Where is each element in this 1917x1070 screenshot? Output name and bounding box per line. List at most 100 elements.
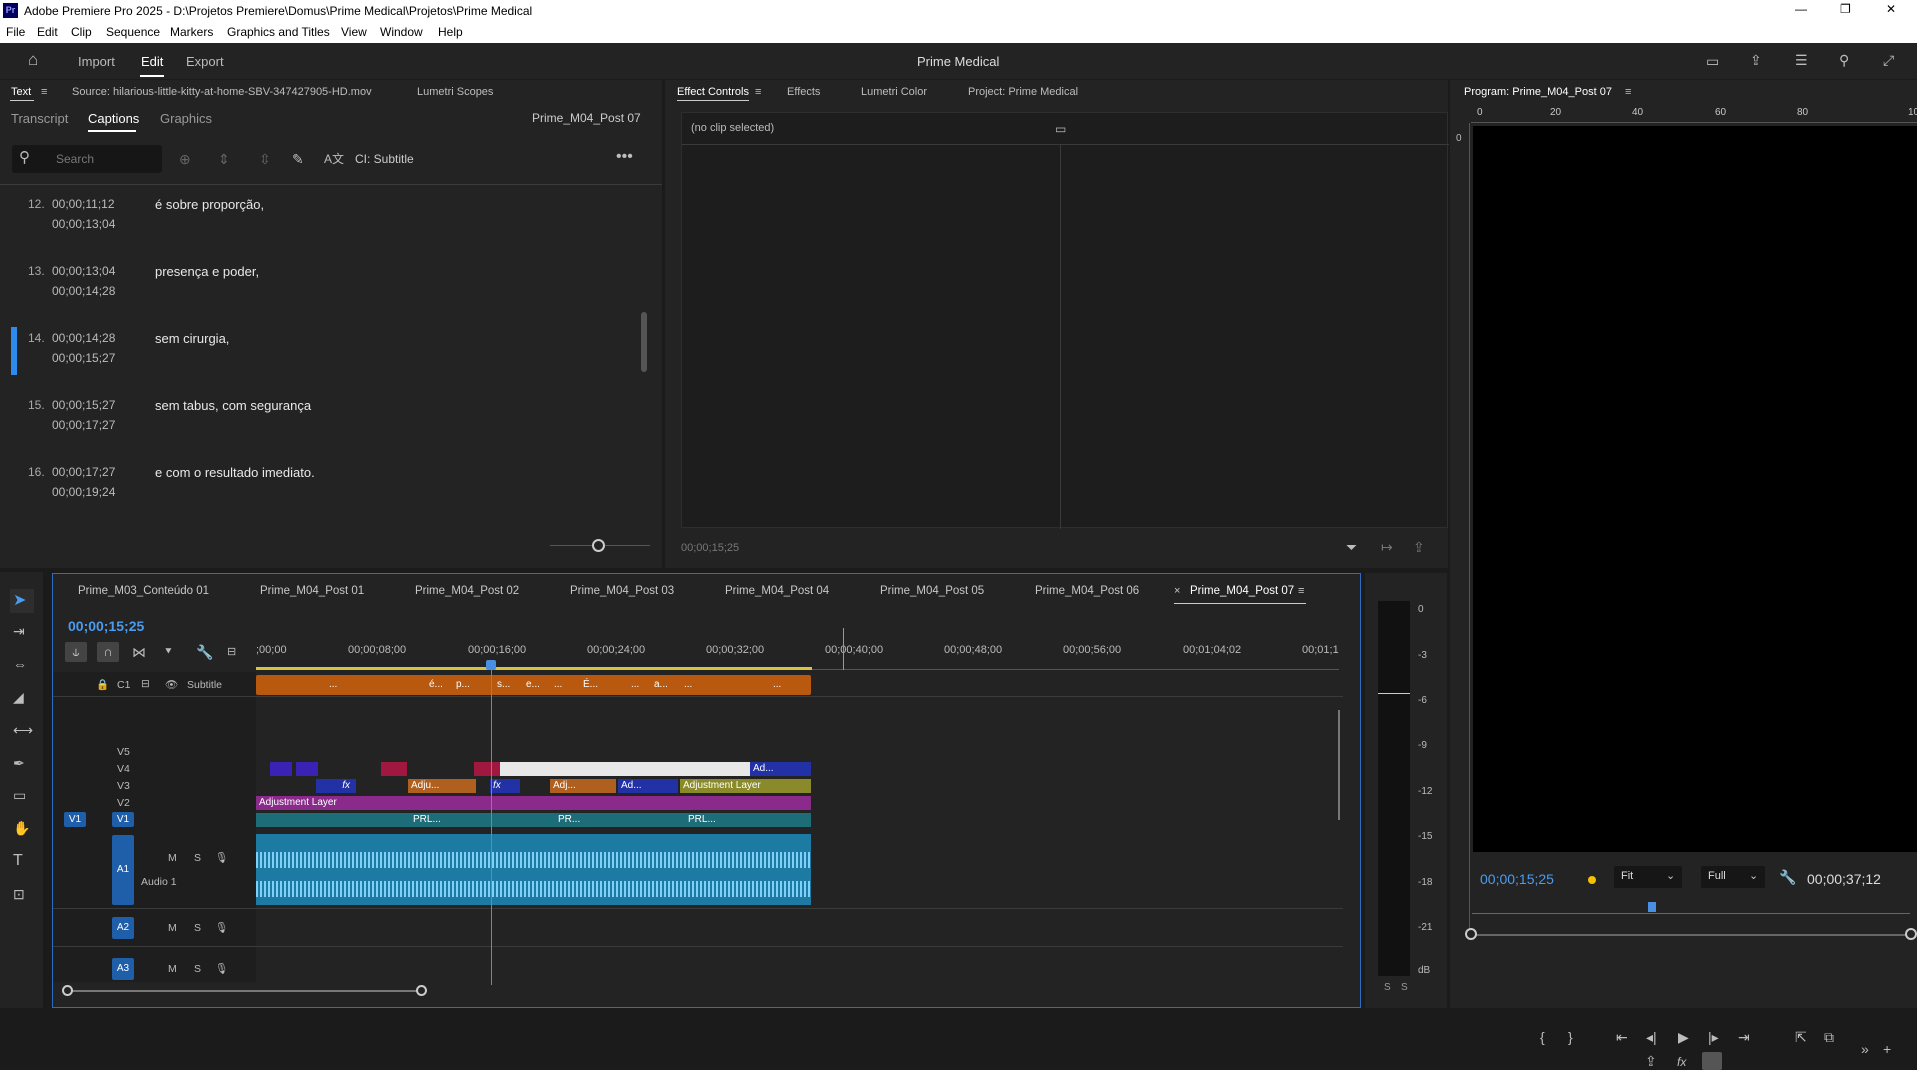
v3-clip[interactable]: Adjustment Layer	[680, 779, 811, 793]
menu-edit[interactable]: Edit	[37, 25, 58, 39]
add-marker-icon[interactable]: ⯆	[164, 645, 173, 659]
fx-icon[interactable]: fx	[1677, 1055, 1686, 1069]
quality-dropdown[interactable]: Full ⌄	[1701, 866, 1765, 888]
a1-target[interactable]: A1	[112, 835, 134, 905]
v3-clip[interactable]: Adj...	[550, 779, 616, 793]
export-icon[interactable]: ⇪	[1413, 540, 1425, 554]
timeline-ruler[interactable]	[256, 640, 1339, 670]
menu-file[interactable]: File	[6, 25, 25, 39]
v1-clip-label[interactable]: PRL...	[410, 813, 450, 827]
tab-effects[interactable]: Effects	[787, 86, 820, 98]
caption-row[interactable]: 13. 00;00;13;04 00;00;14;28 presença e p…	[0, 262, 650, 322]
wrench-icon[interactable]: 🔧	[1779, 870, 1796, 884]
subtitle-clip[interactable]: ...	[681, 678, 703, 692]
tab-lumetri-scopes[interactable]: Lumetri Scopes	[417, 86, 493, 98]
tab-text[interactable]: Text	[11, 86, 31, 98]
hscroll-handle-right[interactable]	[416, 985, 427, 996]
program-video[interactable]	[1473, 126, 1917, 852]
tab-lumetri-color[interactable]: Lumetri Color	[861, 86, 927, 98]
v3-clip[interactable]: Adju...	[408, 779, 476, 793]
v1-target[interactable]: V1	[112, 812, 134, 827]
mic-icon[interactable]: 🎙	[215, 962, 228, 975]
subtitle-clip[interactable]: e...	[523, 678, 545, 692]
menu-graphics[interactable]: Graphics and Titles	[227, 25, 330, 39]
merge-caption-icon[interactable]: ⇳	[259, 152, 271, 166]
caption-text[interactable]: sem cirurgia,	[155, 331, 229, 346]
close-button[interactable]: ✕	[1886, 2, 1896, 16]
menu-markers[interactable]: Markers	[170, 25, 213, 39]
subtitle-clip[interactable]: s...	[494, 678, 516, 692]
v3-clip[interactable]: fx	[316, 779, 356, 793]
subtab-transcript[interactable]: Transcript	[11, 111, 68, 126]
razor-icon[interactable]: ◢	[13, 690, 24, 704]
mark-in-icon[interactable]: {	[1540, 1030, 1545, 1044]
solo-a3[interactable]: S	[194, 963, 201, 975]
tab-project[interactable]: Project: Prime Medical	[968, 86, 1078, 98]
lift-icon[interactable]: ⇱	[1795, 1030, 1807, 1044]
v3-clip[interactable]: fx	[490, 779, 520, 793]
add-icon[interactable]: +	[1883, 1042, 1891, 1056]
mute-a1[interactable]: M	[168, 852, 177, 864]
v3-clip[interactable]: Ad...	[618, 779, 678, 793]
caption-tool-icon[interactable]: ⊡	[13, 887, 25, 901]
solo-a2[interactable]: S	[194, 922, 201, 934]
subtitle-clip[interactable]: ...	[628, 678, 650, 692]
v2-clip[interactable]: Adjustment Layer	[256, 796, 811, 810]
subtitle-clip[interactable]: ...	[551, 678, 573, 692]
caption-row-selected[interactable]: 14. 00;00;14;28 00;00;15;27 sem cirurgia…	[0, 329, 650, 389]
ripple-edit-icon[interactable]: ⇔	[13, 657, 27, 671]
a2-target[interactable]: A2	[112, 917, 134, 939]
timeline-playhead-head[interactable]	[486, 660, 496, 670]
quick-export-icon[interactable]: ☰	[1795, 53, 1808, 67]
subtitle-clip[interactable]: a...	[651, 678, 673, 692]
go-to-out-icon[interactable]: ⇥	[1738, 1030, 1750, 1044]
timeline-timecode[interactable]: 00;00;15;25	[68, 618, 144, 634]
subtitle-clip[interactable]: é...	[426, 678, 448, 692]
seq-tab-post04[interactable]: Prime_M04_Post 04	[725, 585, 829, 597]
program-scrubber[interactable]	[1472, 906, 1910, 914]
tab-effect-controls[interactable]: Effect Controls	[677, 86, 749, 98]
track-select-icon[interactable]: ⇥	[13, 624, 25, 638]
linked-selection-icon[interactable]: ⋈	[132, 645, 146, 659]
more-options-icon[interactable]: •••	[616, 149, 633, 165]
search-input[interactable]: Search	[56, 152, 94, 166]
step-forward-icon[interactable]: |▸	[1708, 1030, 1719, 1044]
split-caption-icon[interactable]: ⇕	[218, 152, 230, 166]
translate-icon[interactable]: A文	[324, 152, 344, 166]
program-timecode[interactable]: 00;00;15;25	[1480, 871, 1554, 887]
v4-clip[interactable]	[474, 762, 500, 776]
zoom-handle-right[interactable]	[1905, 928, 1917, 940]
search-box[interactable]: ⚲ Search	[12, 145, 162, 173]
menu-window[interactable]: Window	[380, 25, 423, 39]
seq-tab-post03[interactable]: Prime_M04_Post 03	[570, 585, 674, 597]
zoom-slider-handle[interactable]	[592, 539, 605, 552]
seq-tab-m03[interactable]: Prime_M03_Conteúdo 01	[78, 585, 209, 597]
v1-clip-label[interactable]: PR...	[555, 813, 585, 827]
seq-tab-post07[interactable]: Prime_M04_Post 07	[1190, 585, 1294, 597]
fit-dropdown[interactable]: Fit ⌄	[1614, 866, 1682, 888]
pen-tool-icon[interactable]: ✒	[13, 756, 25, 770]
sync-icon[interactable]: ⊟	[141, 678, 150, 690]
caption-row[interactable]: 15. 00;00;15;27 00;00;17;27 sem tabus, c…	[0, 396, 650, 456]
menu-sequence[interactable]: Sequence	[106, 25, 160, 39]
type-tool-icon[interactable]: T	[13, 853, 23, 869]
solo-a1[interactable]: S	[194, 852, 201, 864]
add-caption-icon[interactable]: ⊕	[179, 152, 191, 166]
eye-icon[interactable]: 👁	[165, 678, 178, 691]
mute-a2[interactable]: M	[168, 922, 177, 934]
panel-menu-icon[interactable]: ≡	[755, 86, 761, 98]
mic-icon[interactable]: 🎙	[215, 921, 228, 934]
timeline-hscroll[interactable]	[66, 990, 423, 992]
play-icon[interactable]: ▶	[1678, 1030, 1689, 1044]
go-to-in-icon[interactable]: ⇤	[1616, 1030, 1628, 1044]
import-tab[interactable]: Import	[78, 54, 115, 69]
subtab-graphics[interactable]: Graphics	[160, 111, 212, 126]
v1-clip-label[interactable]: PRL...	[685, 813, 725, 827]
zoom-bar[interactable]	[1472, 934, 1913, 936]
nest-toggle-icon[interactable]: ⫝	[65, 642, 87, 662]
a3-target[interactable]: A3	[112, 958, 134, 980]
menu-clip[interactable]: Clip	[71, 25, 92, 39]
seq-tab-post06[interactable]: Prime_M04_Post 06	[1035, 585, 1139, 597]
menu-help[interactable]: Help	[438, 25, 463, 39]
work-area-bar[interactable]	[256, 667, 812, 670]
